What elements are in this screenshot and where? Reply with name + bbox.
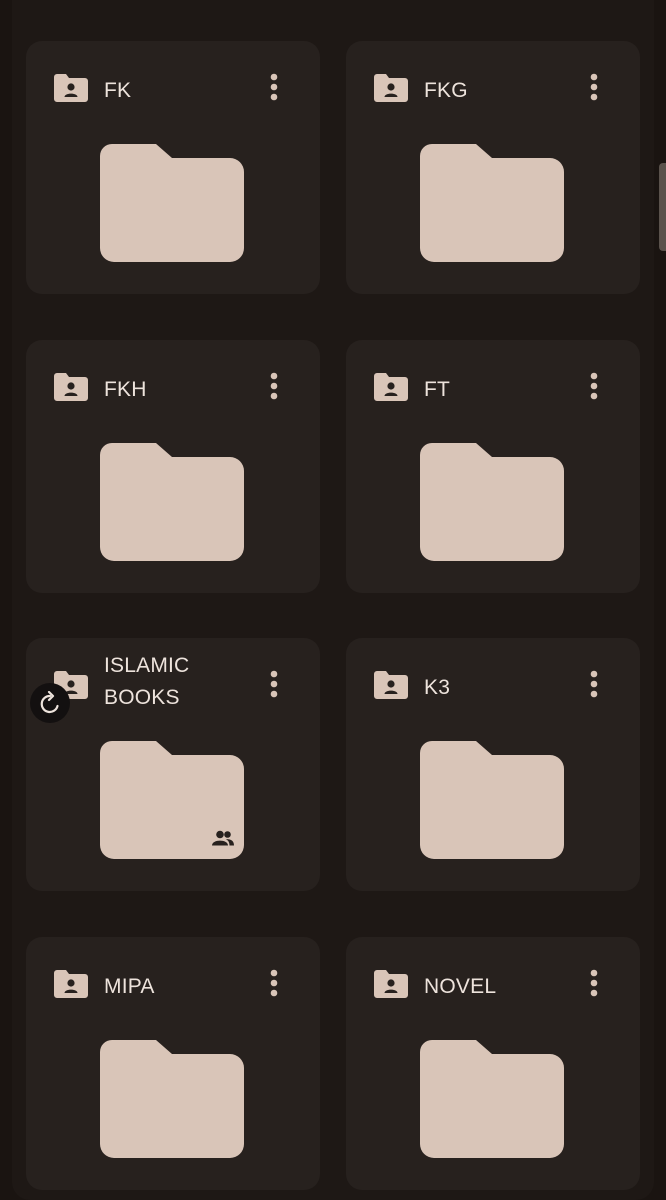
folder-name: ISLAMIC BOOKS	[104, 654, 190, 709]
more-vert-icon	[590, 73, 598, 101]
scrollbar-thumb[interactable]	[659, 163, 666, 251]
folder-menu-button[interactable]	[576, 666, 612, 702]
folder-menu-button[interactable]	[576, 965, 612, 1001]
folder-name: NOVEL	[424, 975, 497, 998]
folder-card[interactable]: MIPA	[26, 937, 320, 1190]
folder-card[interactable]: FT	[346, 340, 640, 593]
folder-menu-button[interactable]	[576, 69, 612, 105]
more-vert-icon	[270, 73, 278, 101]
folder-card[interactable]: FK	[26, 41, 320, 294]
more-vert-icon	[590, 372, 598, 400]
folder-menu-button[interactable]	[256, 368, 292, 404]
folder-menu-button[interactable]	[576, 368, 612, 404]
more-vert-icon	[270, 969, 278, 997]
folder-icon	[100, 443, 244, 561]
folder-menu-button[interactable]	[256, 69, 292, 105]
folder-icon	[420, 144, 564, 262]
folder-card[interactable]: K3	[346, 638, 640, 891]
shared-folder-icon	[54, 373, 88, 401]
folder-menu-button[interactable]	[256, 666, 292, 702]
folder-icon	[420, 741, 564, 859]
folder-icon	[420, 443, 564, 561]
shared-folder-icon	[54, 970, 88, 998]
folder-name: FK	[104, 79, 132, 102]
folder-icon	[100, 144, 244, 262]
shared-folder-icon	[54, 74, 88, 102]
folder-card[interactable]: ISLAMIC BOOKS	[26, 638, 320, 891]
shared-folder-icon	[374, 373, 408, 401]
folder-card[interactable]: FKH	[26, 340, 320, 593]
folder-icon	[100, 1040, 244, 1158]
refresh-button[interactable]	[30, 683, 70, 723]
folder-icon	[420, 1040, 564, 1158]
folder-name: FKG	[424, 79, 468, 102]
shared-folder-icon	[374, 671, 408, 699]
shared-folder-icon	[374, 970, 408, 998]
more-vert-icon	[590, 969, 598, 997]
folder-name: K3	[424, 676, 451, 699]
more-vert-icon	[590, 670, 598, 698]
refresh-icon	[40, 691, 59, 714]
folder-name: FT	[424, 378, 451, 401]
folder-menu-button[interactable]	[256, 965, 292, 1001]
more-vert-icon	[270, 670, 278, 698]
folder-card[interactable]: FKG	[346, 41, 640, 294]
people-icon	[212, 830, 234, 846]
folder-name: FKH	[104, 378, 147, 401]
more-vert-icon	[270, 372, 278, 400]
folder-name: MIPA	[104, 975, 155, 998]
shared-folder-icon	[374, 74, 408, 102]
folder-card[interactable]: NOVEL	[346, 937, 640, 1190]
